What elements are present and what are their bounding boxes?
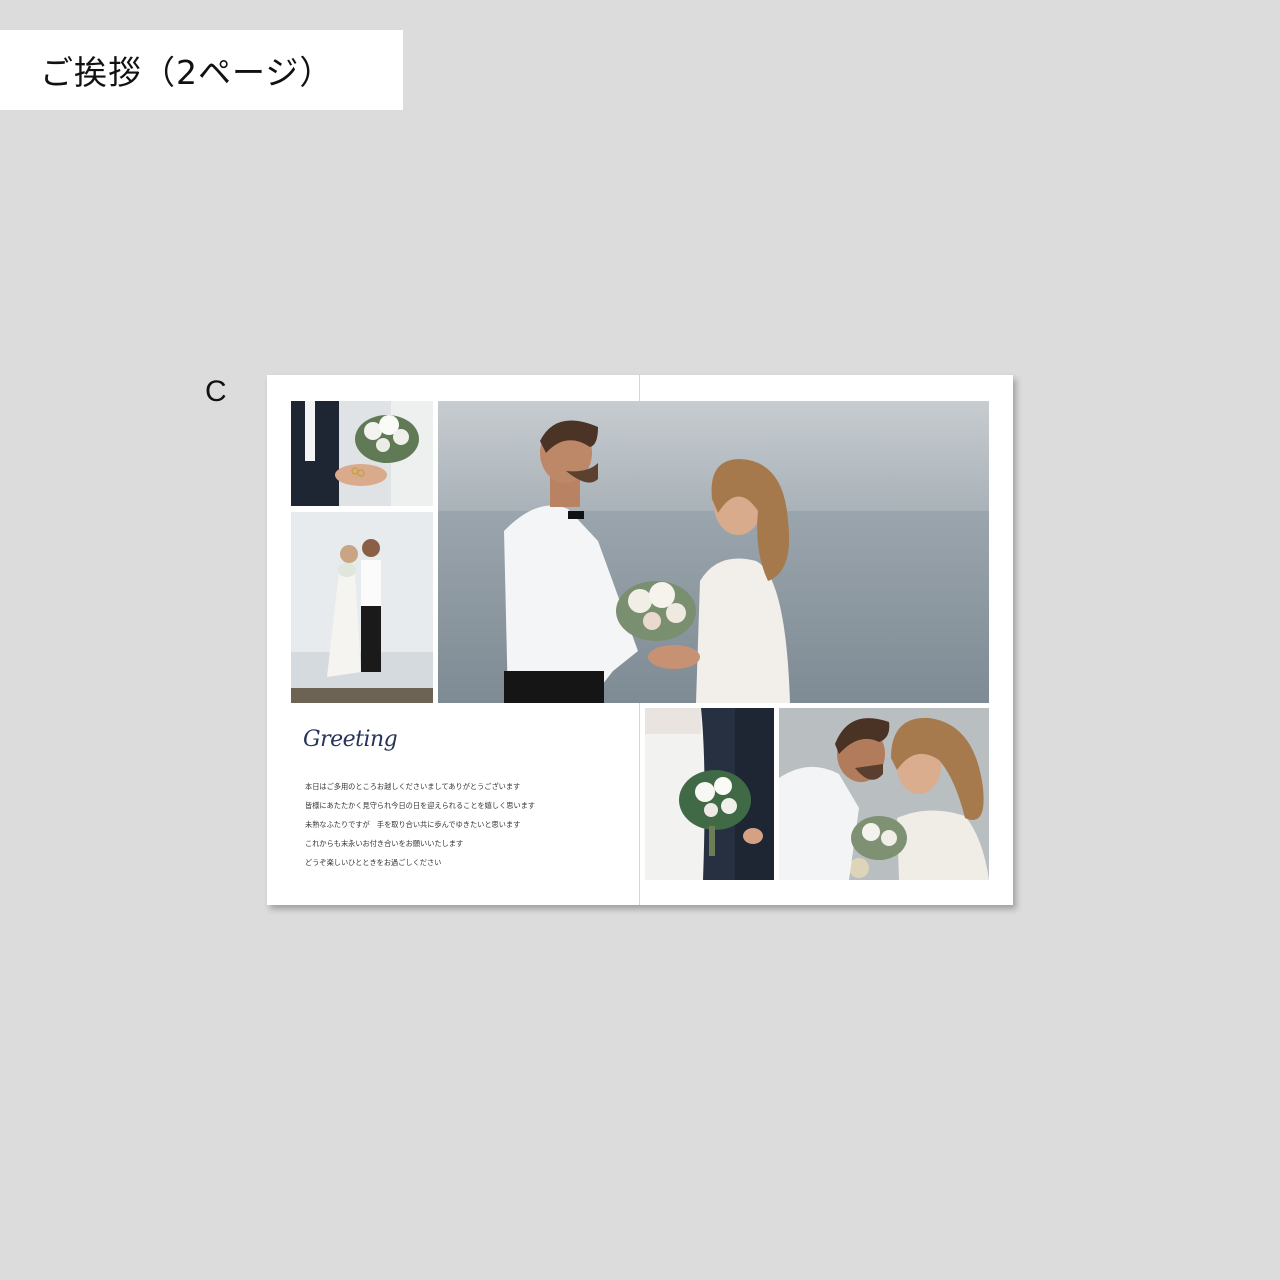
greeting-line-2: 皆様にあたたかく見守られ今日の日を迎えられることを嬉しく思います bbox=[305, 801, 536, 810]
greeting-line-5: どうぞ楽しいひとときをお過ごしください bbox=[305, 858, 442, 867]
photo-couple-by-sea bbox=[438, 401, 989, 703]
photo-ring-exchange bbox=[291, 401, 433, 506]
page-title-tag: ご挨拶（2ページ） bbox=[0, 30, 403, 110]
variant-label: C bbox=[205, 375, 227, 408]
greeting-line-3: 未熟なふたりですが 手を取り合い共に歩んでゆきたいと思います bbox=[305, 820, 521, 829]
greeting-line-4: これからも末永いお付き合いをお願いいたします bbox=[305, 839, 464, 848]
photo-bride-bouquet bbox=[645, 708, 774, 880]
greeting-line-1: 本日はご多用のところお越しくださいましてありがとうございます bbox=[305, 782, 521, 791]
album-spread: Greeting 本日はご多用のところお越しくださいましてありがとうございます … bbox=[267, 375, 1013, 905]
photo-couple-kiss-pier bbox=[291, 512, 433, 703]
greeting-message: 本日はご多用のところお越しくださいましてありがとうございます 皆様にあたたかく見… bbox=[305, 782, 625, 877]
photo-couple-forehead bbox=[779, 708, 989, 880]
greeting-heading: Greeting bbox=[303, 727, 398, 752]
page-title: ご挨拶（2ページ） bbox=[40, 53, 334, 92]
